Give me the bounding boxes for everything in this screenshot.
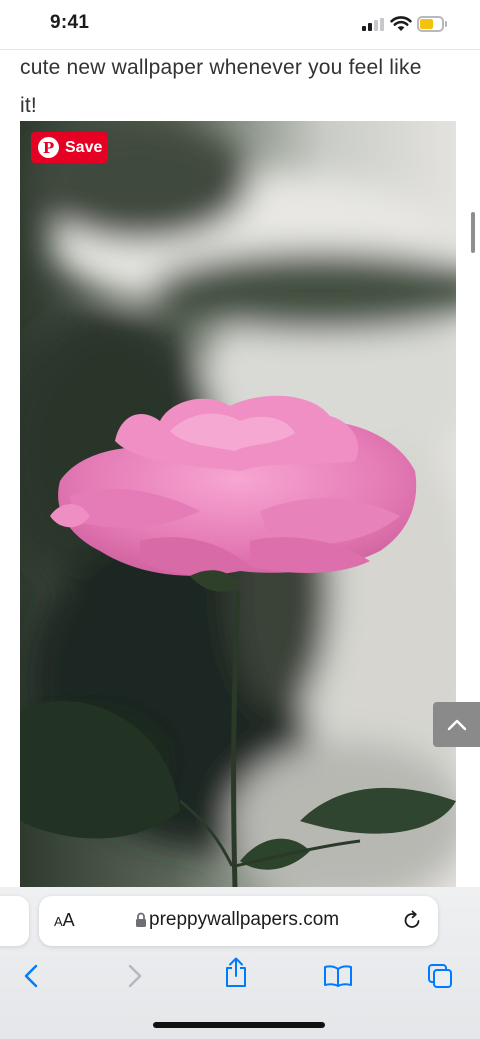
pinterest-logo-icon: P: [38, 137, 59, 158]
article-paragraph: cute new wallpaper whenever you feel lik…: [20, 49, 460, 125]
home-indicator[interactable]: [153, 1022, 325, 1028]
text-size-small-a: A: [54, 914, 63, 929]
tabs-icon: [428, 964, 452, 988]
pinterest-save-label: Save: [65, 138, 103, 156]
rose-wallpaper-image[interactable]: [20, 121, 456, 888]
previous-tab-preview[interactable]: [0, 896, 29, 946]
share-icon: [226, 957, 246, 987]
wifi-icon: [390, 16, 412, 31]
tabs-button[interactable]: [425, 962, 455, 990]
article-line-2: it!: [20, 94, 37, 117]
url-text: preppywallpapers.com: [149, 909, 340, 930]
status-bar: 9:41: [0, 0, 480, 50]
reload-icon[interactable]: [401, 909, 423, 931]
bookmarks-button[interactable]: [323, 962, 353, 990]
pinterest-save-button[interactable]: P Save: [31, 132, 108, 163]
battery-icon: [417, 16, 448, 32]
article-line-1: cute new wallpaper whenever you feel lik…: [20, 56, 422, 79]
browser-toolbar: AA preppywallpapers.com: [0, 887, 480, 1039]
text-size-button[interactable]: AA: [54, 910, 75, 931]
address-bar[interactable]: AA preppywallpapers.com: [39, 896, 438, 946]
text-size-large-a: A: [62, 910, 75, 930]
forward-button[interactable]: [120, 962, 150, 990]
share-button[interactable]: [221, 957, 251, 987]
chevron-left-icon: [24, 964, 38, 988]
book-icon: [324, 965, 352, 987]
chevron-up-icon: [447, 719, 466, 730]
chevron-right-icon: [128, 964, 142, 988]
cellular-signal-icon: [362, 18, 384, 31]
lock-icon: [136, 912, 146, 927]
scroll-indicator[interactable]: [471, 212, 475, 253]
back-button[interactable]: [16, 962, 46, 990]
back-to-top-button[interactable]: [433, 702, 480, 747]
status-time: 9:41: [50, 12, 90, 33]
